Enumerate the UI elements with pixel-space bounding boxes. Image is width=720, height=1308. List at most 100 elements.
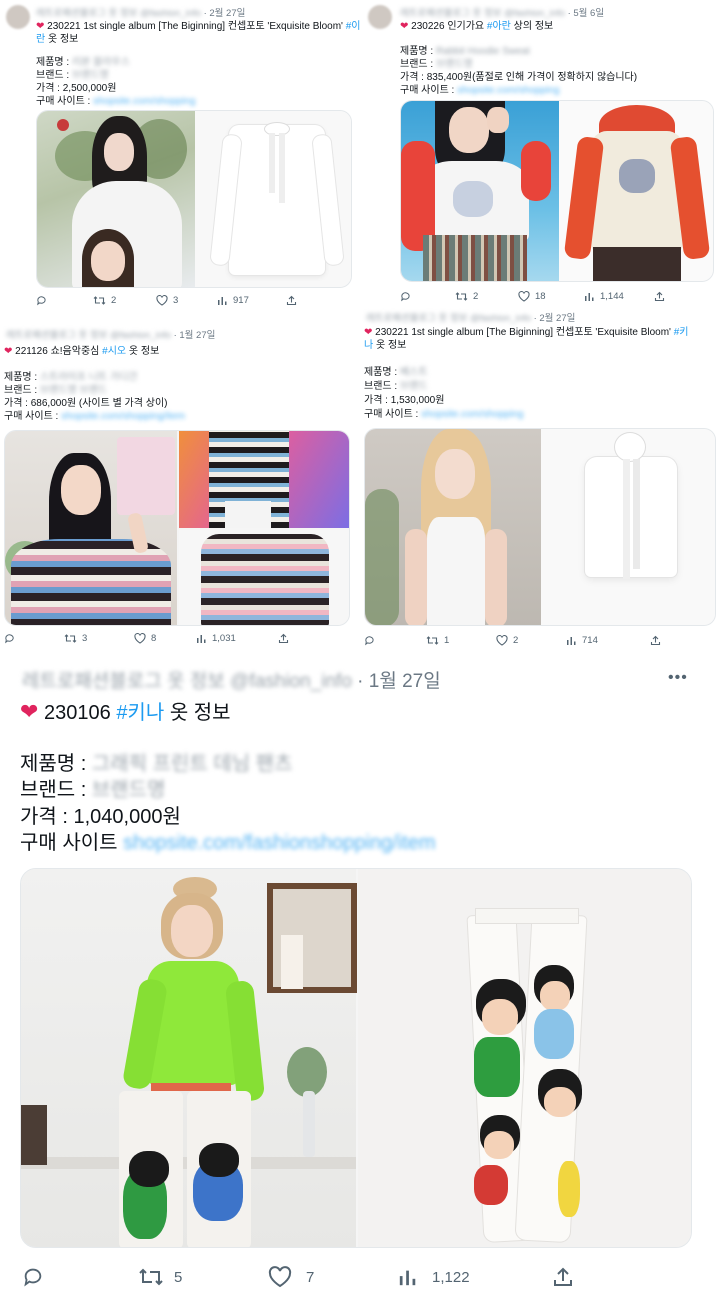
tweet-card-5[interactable]: 레트로패션블로그 옷 정보 @fashion_info · 1월 27일 •••…	[0, 656, 720, 1308]
like-icon	[134, 633, 146, 644]
like-button[interactable]: 18	[518, 291, 546, 302]
tweet-media[interactable]	[36, 110, 352, 288]
reply-button[interactable]	[22, 1266, 44, 1288]
share-button[interactable]	[278, 633, 289, 644]
hashtag-link[interactable]: 란	[36, 34, 45, 45]
retweet-icon	[426, 635, 439, 646]
site-link[interactable]: shopsite.com/fashionshopping/item	[123, 832, 435, 854]
author-name[interactable]: 레트로패션블로그 옷 정보	[22, 671, 225, 692]
reply-button[interactable]	[364, 635, 375, 646]
retweet-button[interactable]: 2	[455, 291, 478, 302]
photo-left[interactable]	[37, 111, 195, 287]
brand-label: 브랜드 :	[20, 779, 87, 801]
hashtag-link[interactable]: #이	[346, 21, 360, 32]
avatar[interactable]	[368, 5, 392, 29]
more-icon: •••	[668, 669, 688, 686]
product-label: 제품명 :	[20, 753, 87, 775]
reply-button[interactable]	[36, 295, 47, 306]
photo-right[interactable]	[559, 101, 713, 281]
photo-top-right[interactable]	[179, 431, 349, 528]
retweet-count: 2	[473, 291, 479, 302]
views-button[interactable]: 917	[217, 295, 249, 306]
views-count: 1,144	[600, 291, 624, 302]
more-button[interactable]: •••	[668, 669, 688, 687]
hashtag-link[interactable]: #키나	[116, 702, 164, 724]
tweet-text: 옷 정보	[169, 702, 231, 724]
share-icon	[286, 295, 297, 306]
site-link[interactable]: shopsite.com/shopping	[421, 409, 523, 420]
tweet-text: 230221 1st single album [The Biginning] …	[47, 21, 343, 32]
photo-left[interactable]	[365, 429, 541, 625]
site-link[interactable]: shopsite.com/shopping	[457, 85, 559, 96]
retweet-count: 2	[111, 295, 117, 306]
retweet-button[interactable]: 2	[93, 295, 116, 306]
tweet-card-3[interactable]: 레트로패션블로그 옷 정보 @fashion_info · 1월 27일 ❤ 2…	[0, 322, 358, 652]
views-button[interactable]: 1,144	[584, 291, 624, 302]
site-link[interactable]: shopsite.com/shopping	[93, 96, 195, 107]
views-button[interactable]: 1,031	[196, 633, 236, 644]
photo-right[interactable]	[195, 111, 351, 287]
tweet-card-2[interactable]: 레트로패션블로그 옷 정보 @fashion_info · 5월 6일 ❤ 23…	[362, 0, 720, 318]
tweet-card-4[interactable]: 레트로패션블로그 옷 정보 @fashion_info · 2월 27일 ❤ 2…	[360, 306, 720, 652]
like-button[interactable]: 2	[496, 635, 518, 646]
tweet-date[interactable]: · 5월 6일	[568, 8, 605, 19]
like-count: 3	[173, 295, 179, 306]
photo-bottom-right[interactable]	[179, 530, 349, 625]
tweet-text: 230226 인기가요	[411, 21, 485, 32]
retweet-button[interactable]: 5	[138, 1266, 182, 1288]
like-icon	[268, 1266, 292, 1288]
author-handle[interactable]: @fashion_info	[230, 671, 352, 692]
tweet-text: 230106	[44, 702, 111, 724]
share-button[interactable]	[654, 291, 665, 302]
reply-icon	[400, 291, 411, 302]
tweet-date[interactable]: · 1월 27일	[174, 330, 216, 341]
views-count: 1,122	[432, 1268, 470, 1286]
like-button[interactable]: 8	[134, 633, 156, 644]
avatar[interactable]	[6, 5, 30, 29]
author-name[interactable]: 레트로패션블로그 옷 정보	[6, 330, 107, 341]
tweet-media[interactable]	[20, 868, 692, 1248]
views-button[interactable]: 714	[566, 635, 598, 646]
tweet-media[interactable]	[364, 428, 716, 626]
views-icon	[566, 635, 577, 646]
views-icon	[584, 291, 595, 302]
share-button[interactable]	[286, 295, 297, 306]
views-button[interactable]: 1,122	[398, 1266, 470, 1288]
photo-left[interactable]	[21, 869, 357, 1247]
reply-button[interactable]	[4, 633, 15, 644]
site-link[interactable]: shopsite.com/shopping/item	[61, 411, 185, 422]
hashtag-link[interactable]: 나	[364, 340, 373, 351]
photo-right[interactable]	[358, 869, 691, 1247]
photo-left[interactable]	[401, 101, 559, 281]
views-count: 917	[233, 295, 249, 306]
site-label: 구매 사이트 :	[36, 96, 91, 107]
share-icon	[650, 635, 661, 646]
author-handle[interactable]: @fashion_info	[110, 330, 171, 341]
share-button[interactable]	[650, 635, 661, 646]
tweet-media[interactable]	[400, 100, 714, 282]
photo-right[interactable]	[541, 429, 715, 625]
hashtag-link[interactable]: #키	[674, 327, 689, 338]
tweet-card-1[interactable]: 레트로패션블로그 옷 정보 @fashion_info · 2월 27일 ❤ 2…	[0, 0, 360, 318]
hashtag-link[interactable]: #아란	[487, 21, 511, 32]
like-button[interactable]: 3	[156, 295, 178, 306]
retweet-count: 1	[444, 635, 450, 646]
reply-button[interactable]	[400, 291, 411, 302]
retweet-button[interactable]: 3	[64, 633, 87, 644]
tweet-date[interactable]: · 1월 27일	[357, 671, 441, 692]
reply-icon	[364, 635, 375, 646]
share-button[interactable]	[552, 1266, 574, 1288]
reply-icon	[4, 633, 15, 644]
price-label: 가격 :	[20, 806, 68, 828]
share-icon	[552, 1266, 574, 1288]
like-icon	[156, 295, 168, 306]
like-icon	[496, 635, 508, 646]
like-button[interactable]: 7	[268, 1266, 314, 1288]
reply-icon	[36, 295, 47, 306]
tweet-media[interactable]	[4, 430, 350, 626]
photo-left[interactable]	[5, 431, 177, 625]
site-label: 구매 사이트 :	[4, 411, 59, 422]
retweet-button[interactable]: 1	[426, 635, 449, 646]
like-count: 18	[535, 291, 546, 302]
hashtag-link[interactable]: #시오	[102, 346, 126, 357]
